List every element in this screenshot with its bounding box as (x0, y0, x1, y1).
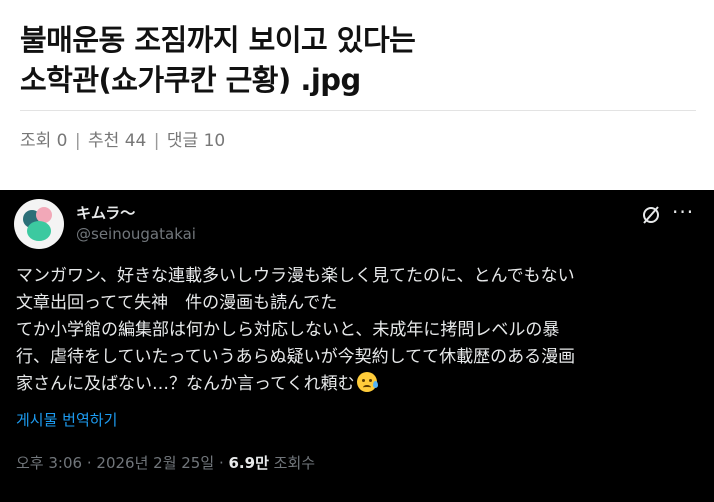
tweet-text-line: 行、虐待をしていたっていうあらぬ疑いが今契約してて休載歴のある漫画 (16, 347, 576, 367)
tweet-meta: 오후 3:06 · 2026년 2월 25일 · 6.9만 조회수 (16, 452, 315, 473)
tweet-views-count: 6.9만 (228, 454, 269, 472)
post-header: 불매운동 조짐까지 보이고 있다는 소학관(쇼가쿠칸 근황) .jpg 조회 0… (0, 0, 714, 190)
avatar[interactable] (14, 199, 64, 249)
recommend-stat: 추천 44 (88, 131, 147, 151)
comments-stat[interactable]: 댓글 10 (167, 131, 225, 151)
translate-post-link[interactable]: 게시물 번역하기 (16, 409, 117, 430)
grok-icon[interactable] (640, 204, 662, 226)
avatar-blob-icon (27, 221, 51, 241)
meta-dot: · (86, 454, 92, 472)
title-line-2: 소학관(쇼가쿠칸 근황) .jpg (20, 63, 361, 97)
tweet-time[interactable]: 오후 3:06 (16, 454, 82, 472)
page-title: 불매운동 조짐까지 보이고 있다는 소학관(쇼가쿠칸 근황) .jpg (20, 20, 690, 100)
tweet-text-line: 文章出回ってて失神 件の漫画も読んでた (16, 293, 338, 313)
tweet-text-last-line: 家さんに及ばない…？なんか言ってくれ頼む (16, 371, 706, 398)
meta-dot: · (218, 454, 224, 472)
more-horizontal-icon[interactable]: ··· (672, 202, 694, 222)
views-stat: 조회 0 (20, 131, 68, 151)
tweet-date[interactable]: 2026년 2월 25일 (96, 454, 214, 472)
crying-face-icon (356, 372, 378, 392)
tweet-handle[interactable]: @seinougatakai (76, 225, 196, 243)
title-divider (20, 110, 696, 111)
stat-separator: | (74, 131, 81, 151)
tweet-text-line: てか小学館の編集部は何かしら対応しないと、未成年に拷問レベルの暴 (16, 320, 560, 340)
tweet-embed: キムラ〜 @seinougatakai ··· マンガワン、好きな連載多いしウラ… (0, 190, 714, 502)
tweet-views-suffix: 조회수 (273, 454, 316, 472)
tweet-display-name[interactable]: キムラ〜 (76, 202, 135, 223)
tweet-text-line: 家さんに及ばない…？なんか言ってくれ頼む (16, 374, 355, 394)
post-stats: 조회 0 | 추천 44 | 댓글 10 (20, 126, 225, 151)
title-line-1: 불매운동 조짐까지 보이고 있다는 (20, 23, 416, 57)
tweet-text-line: マンガワン、好きな連載多いしウラ漫も楽しく見てたのに、とんでもない (16, 266, 575, 286)
stat-separator: | (153, 131, 160, 151)
tweet-text: マンガワン、好きな連載多いしウラ漫も楽しく見てたのに、とんでもない 文章出回ってて… (16, 263, 706, 398)
